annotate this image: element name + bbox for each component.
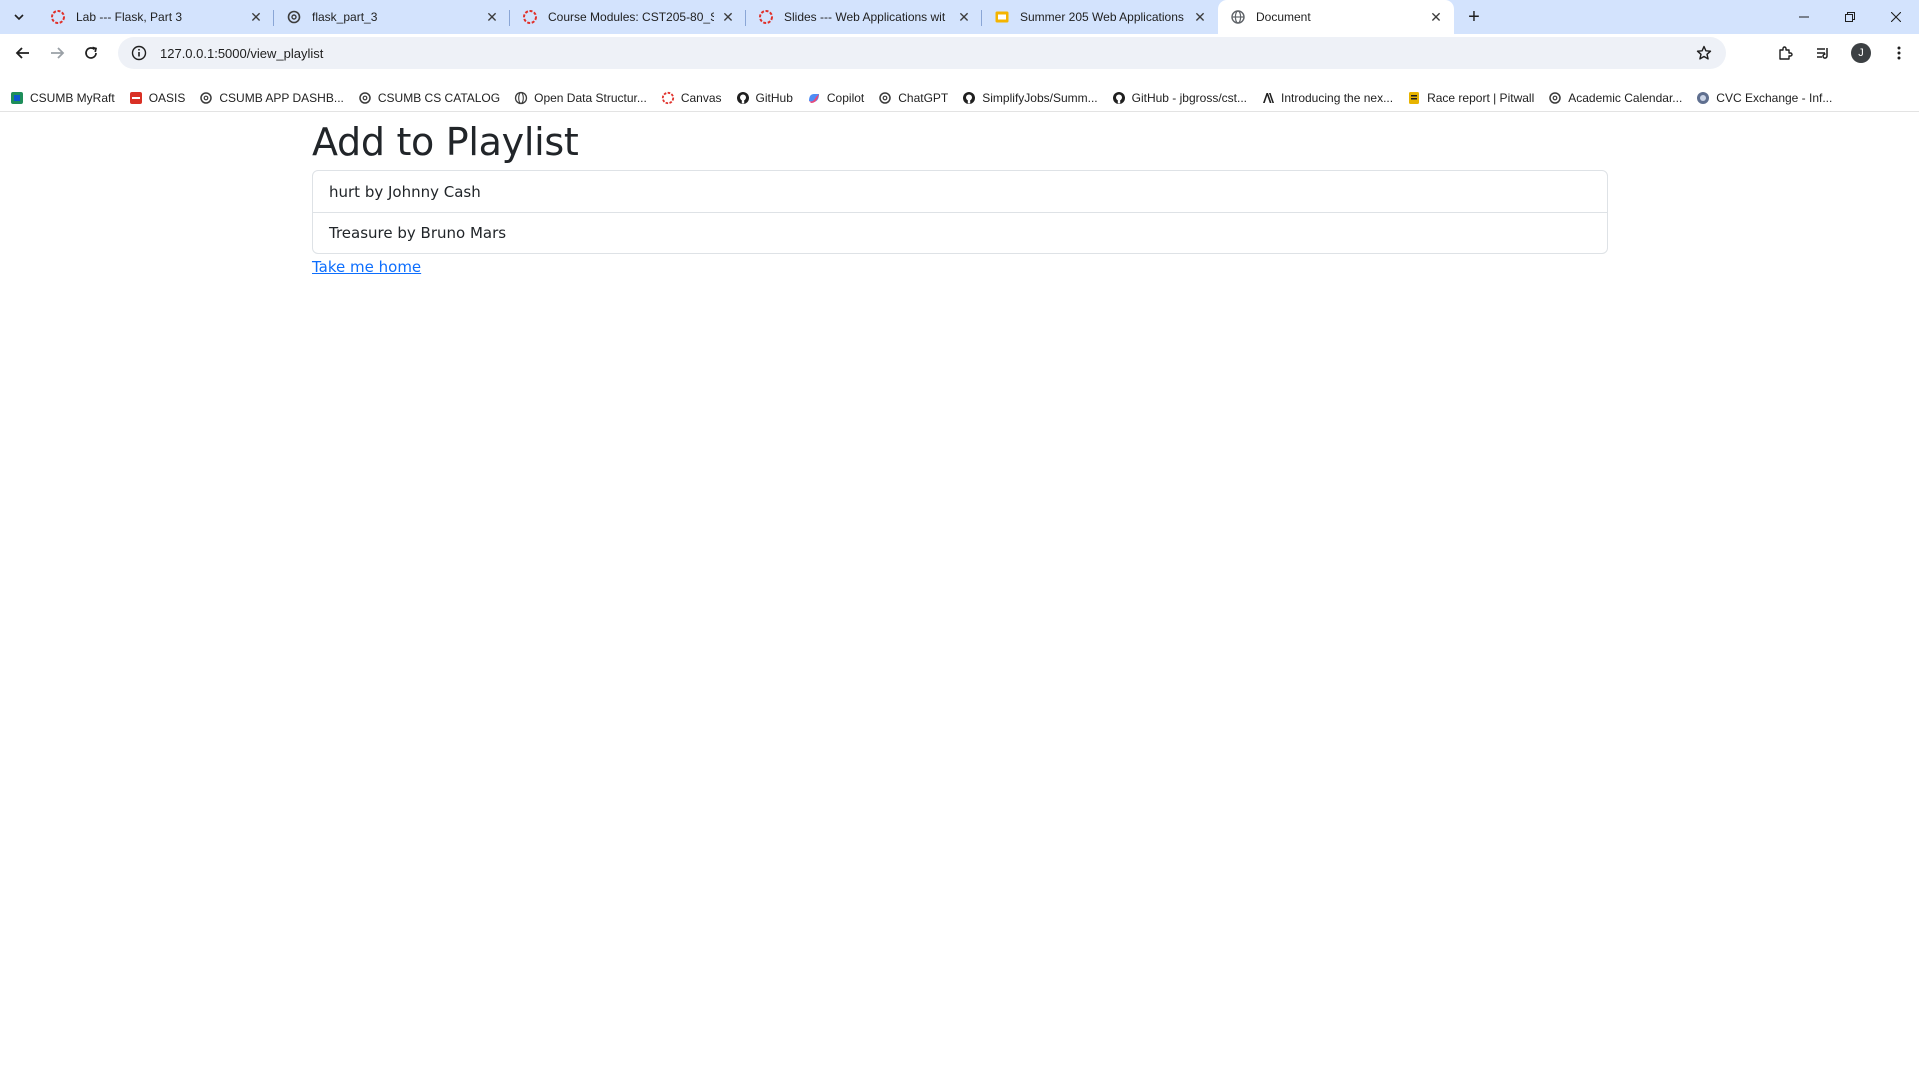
bookmark-label: CVC Exchange - Inf... (1716, 90, 1833, 105)
toolbar-actions: J (1773, 37, 1911, 69)
bookmark-item[interactable]: Canvas (661, 91, 722, 105)
bookmark-item[interactable]: ChatGPT (878, 91, 948, 105)
tab-item[interactable]: Slides --- Web Applications wit ✕ (746, 0, 982, 34)
tab-item[interactable]: flask_part_3 ✕ (274, 0, 510, 34)
forward-icon[interactable] (40, 37, 74, 69)
bookmark-label: OASIS (148, 90, 186, 105)
new-tab-button[interactable]: + (1460, 3, 1488, 31)
extensions-icon[interactable] (1773, 37, 1797, 69)
bookmarks-bar: CSUMB MyRaft OASIS CSUMB APP DASHB... CS… (0, 84, 1919, 112)
address-bar[interactable]: 127.0.0.1:5000/view_playlist (118, 37, 1726, 69)
bookmark-item[interactable]: Open Data Structur... (514, 91, 647, 105)
tab-item[interactable]: Course Modules: CST205-80_SU ✕ (510, 0, 746, 34)
window-controls (1781, 0, 1919, 34)
bookmark-label: GitHub - jbgross/cst... (1131, 90, 1247, 105)
github-icon (736, 91, 750, 105)
profile-avatar[interactable]: J (1849, 37, 1873, 69)
bookmark-label: Canvas (680, 90, 722, 105)
oasis-icon (129, 91, 143, 105)
bookmark-item[interactable]: CVC Exchange - Inf... (1696, 91, 1832, 105)
page-title: Add to Playlist (312, 120, 579, 164)
openai-icon (1548, 91, 1562, 105)
canvas-icon (522, 9, 538, 25)
bookmark-star-icon[interactable] (1694, 43, 1714, 63)
canvas-icon (661, 91, 675, 105)
tab-close-icon[interactable]: ✕ (248, 9, 264, 25)
canvas-icon (758, 9, 774, 25)
back-icon[interactable] (6, 37, 40, 69)
tab-item[interactable]: Lab --- Flask, Part 3 ✕ (38, 0, 274, 34)
anthropic-icon (1261, 91, 1275, 105)
tab-title: Lab --- Flask, Part 3 (76, 10, 183, 24)
bookmark-item[interactable]: Copilot (807, 91, 864, 105)
tab-item-active[interactable]: Document ✕ (1218, 0, 1454, 34)
list-item: Treasure by Bruno Mars (313, 212, 1607, 253)
tab-close-icon[interactable]: ✕ (1192, 9, 1208, 25)
bookmark-label: ChatGPT (898, 90, 949, 105)
avatar: J (1851, 43, 1871, 63)
raft-icon (10, 91, 24, 105)
github-icon (962, 91, 976, 105)
tab-title: Course Modules: CST205-80_SU (548, 10, 714, 24)
playlist-list: hurt by Johnny Cash Treasure by Bruno Ma… (312, 170, 1608, 254)
bookmark-item[interactable]: Race report | Pitwall (1407, 91, 1534, 105)
tab-search-chevron-icon[interactable] (8, 6, 30, 28)
github-icon (1112, 91, 1126, 105)
bookmark-label: CSUMB MyRaft (30, 90, 115, 105)
tab-title: Slides --- Web Applications wit (784, 10, 946, 24)
close-window-icon[interactable] (1873, 0, 1919, 34)
bookmark-item[interactable]: Introducing the nex... (1261, 91, 1393, 105)
minimize-icon[interactable] (1781, 0, 1827, 34)
bookmark-label: Introducing the nex... (1281, 90, 1394, 105)
pitwall-icon (1407, 91, 1421, 105)
bookmark-label: Race report | Pitwall (1427, 90, 1535, 105)
take-me-home-link[interactable]: Take me home (312, 258, 421, 276)
content-container: Add to Playlist hurt by Johnny Cash Trea… (312, 118, 1608, 277)
bookmark-label: GitHub (755, 90, 793, 105)
openai-icon (286, 9, 302, 25)
reload-icon[interactable] (74, 37, 108, 69)
copilot-icon (807, 91, 821, 105)
openai-icon (878, 91, 892, 105)
bookmark-item[interactable]: GitHub - jbgross/cst... (1112, 91, 1247, 105)
tab-close-icon[interactable]: ✕ (956, 9, 972, 25)
tab-strip: Lab --- Flask, Part 3 ✕ flask_part_3 ✕ C… (0, 0, 1919, 34)
bookmark-item[interactable]: CSUMB MyRaft (10, 91, 115, 105)
site-info-icon[interactable] (130, 44, 148, 62)
bookmark-label: Copilot (826, 90, 865, 105)
media-controls-icon[interactable] (1811, 37, 1835, 69)
bookmark-item[interactable]: Academic Calendar... (1548, 91, 1682, 105)
restore-icon[interactable] (1827, 0, 1873, 34)
bookmark-label: Academic Calendar... (1568, 90, 1683, 105)
list-item: hurt by Johnny Cash (329, 182, 481, 201)
tab-title: Summer 205 Web Applications (1020, 10, 1184, 24)
tab-close-icon[interactable]: ✕ (720, 9, 736, 25)
menu-kebab-icon[interactable] (1887, 37, 1911, 69)
bookmark-label: Open Data Structur... (534, 90, 647, 105)
bookmark-label: SimplifyJobs/Summ... (982, 90, 1098, 105)
tab-title: Document (1256, 10, 1311, 24)
canvas-icon (50, 9, 66, 25)
tab-item[interactable]: Summer 205 Web Applications ✕ (982, 0, 1218, 34)
page-viewport: Add to Playlist hurt by Johnny Cash Trea… (0, 118, 1919, 1072)
openai-icon (358, 91, 372, 105)
bookmark-label: CSUMB APP DASHB... (219, 90, 344, 105)
bookmark-item[interactable]: CSUMB CS CATALOG (358, 91, 500, 105)
bookmark-item[interactable]: GitHub (736, 91, 793, 105)
cvc-icon (1696, 91, 1710, 105)
tab-close-icon[interactable]: ✕ (1428, 9, 1444, 25)
bookmark-label: CSUMB CS CATALOG (377, 90, 501, 105)
globe-icon (1230, 9, 1246, 25)
tab-title: flask_part_3 (312, 10, 378, 24)
bookmark-item[interactable]: OASIS (129, 90, 186, 105)
bookmark-item[interactable]: SimplifyJobs/Summ... (962, 90, 1098, 105)
bookmark-item[interactable]: CSUMB APP DASHB... (199, 90, 344, 105)
browser-toolbar: 127.0.0.1:5000/view_playlist J (0, 34, 1919, 72)
globe-icon (514, 91, 528, 105)
url-text: 127.0.0.1:5000/view_playlist (160, 45, 324, 61)
slides-icon (994, 9, 1010, 25)
openai-icon (199, 91, 213, 105)
tab-close-icon[interactable]: ✕ (484, 9, 500, 25)
